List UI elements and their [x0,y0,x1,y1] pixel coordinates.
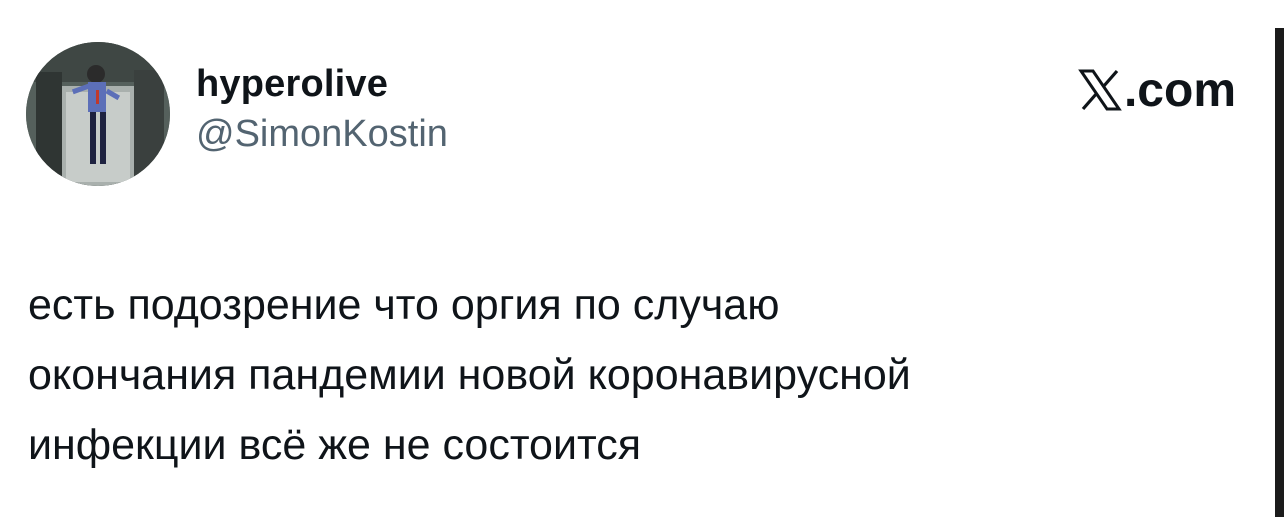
brand: .com [1078,62,1236,117]
avatar[interactable] [26,42,170,186]
x-logo-icon [1078,69,1122,111]
tweet-text: есть подозрение что оргия по случаю окон… [28,281,911,469]
edge-divider [1275,28,1284,517]
avatar-photo [26,42,170,186]
brand-text: .com [1123,64,1236,117]
user-block: hyperolive @SimonKostin [196,60,448,158]
display-name[interactable]: hyperolive [196,60,448,108]
user-handle[interactable]: @SimonKostin [196,110,448,158]
tweet-card: hyperolive @SimonKostin .com есть подозр… [0,0,1284,517]
